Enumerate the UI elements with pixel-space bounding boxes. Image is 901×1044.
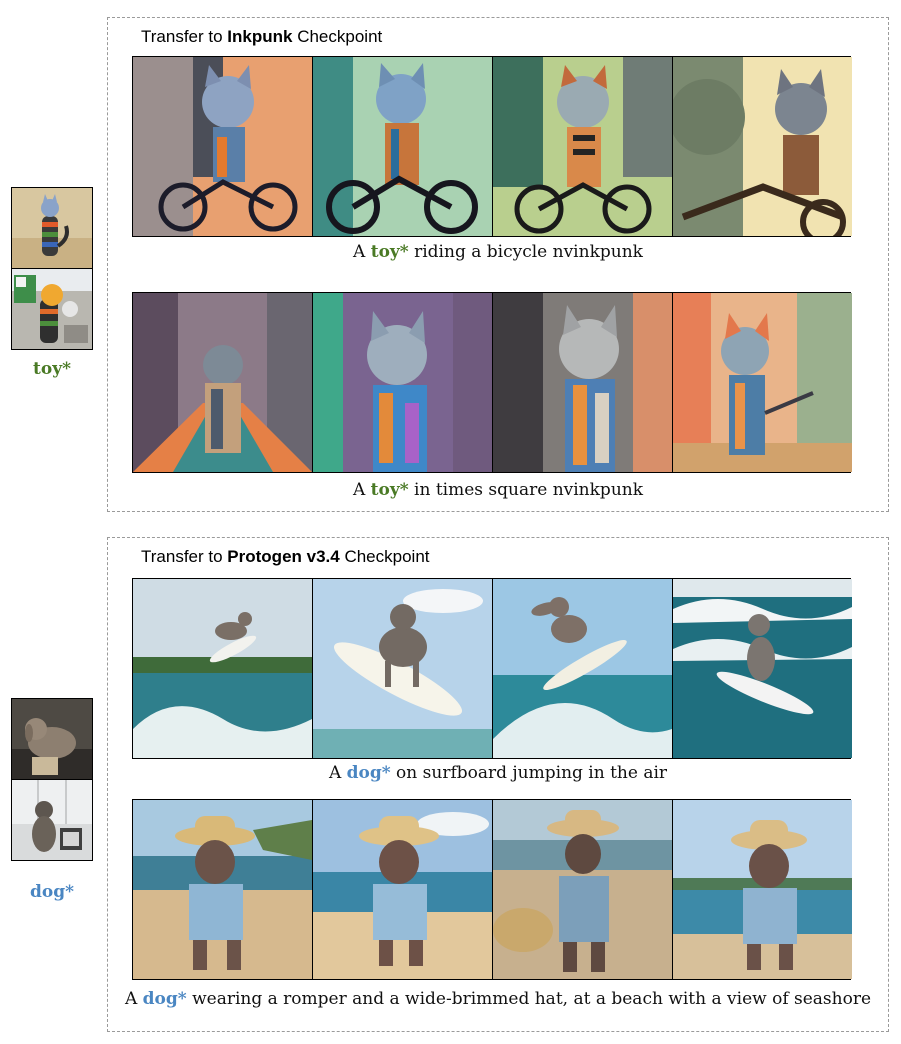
generated-image bbox=[493, 579, 673, 758]
generated-image bbox=[313, 800, 493, 979]
generated-image bbox=[493, 293, 673, 472]
inkpunk-transfer-panel: Transfer to Inkpunk Checkpoint A toy* ri… bbox=[107, 17, 889, 512]
image-caption: A dog* wearing a romper and a wide-brimm… bbox=[124, 989, 872, 1009]
protogen-transfer-panel: Transfer to Protogen v3.4 Checkpoint A d… bbox=[107, 537, 889, 1032]
image-caption: A toy* riding a bicycle nvinkpunk bbox=[353, 242, 643, 262]
toy-token-label: toy* bbox=[33, 359, 71, 379]
generated-image bbox=[133, 800, 313, 979]
generated-image bbox=[133, 579, 313, 758]
generated-image bbox=[133, 293, 313, 472]
image-row bbox=[132, 292, 852, 473]
generated-image bbox=[313, 57, 493, 236]
image-caption: A toy* in times square nvinkpunk bbox=[352, 480, 644, 500]
generated-image bbox=[313, 293, 493, 472]
token: dog* bbox=[346, 763, 391, 783]
panel-title: Transfer to Inkpunk Checkpoint bbox=[141, 27, 383, 46]
dog-reference-photo bbox=[12, 699, 92, 779]
dog-token-label: dog* bbox=[29, 882, 74, 902]
token: toy* bbox=[370, 480, 409, 500]
generated-image bbox=[493, 800, 673, 979]
panel-title: Transfer to Protogen v3.4 Checkpoint bbox=[141, 547, 430, 566]
toy-reference-photo bbox=[12, 188, 92, 268]
image-row bbox=[132, 799, 852, 980]
generated-image bbox=[673, 579, 852, 758]
image-row bbox=[132, 56, 852, 237]
image-row bbox=[132, 578, 852, 759]
dog-reference-images bbox=[11, 698, 93, 861]
generated-image bbox=[133, 57, 313, 236]
generated-image bbox=[313, 579, 493, 758]
image-caption: A dog* on surfboard jumping in the air bbox=[328, 763, 668, 783]
generated-image bbox=[673, 800, 852, 979]
token: dog* bbox=[142, 989, 187, 1009]
generated-image bbox=[673, 293, 852, 472]
dog-reference-photo bbox=[12, 779, 92, 860]
token: toy* bbox=[370, 242, 409, 262]
generated-image bbox=[673, 57, 852, 236]
toy-reference-images bbox=[11, 187, 93, 350]
generated-image bbox=[493, 57, 673, 236]
toy-reference-photo bbox=[12, 268, 92, 349]
